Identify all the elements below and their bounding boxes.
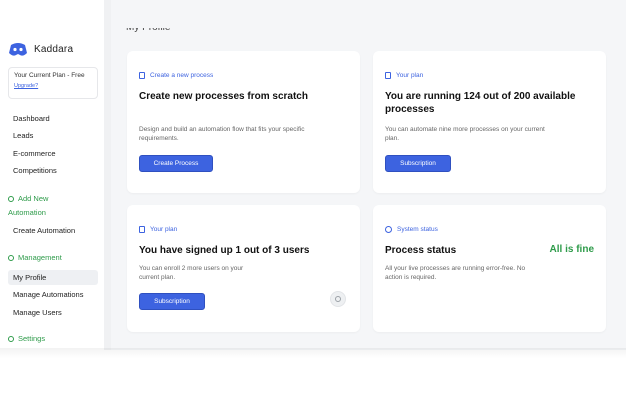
section-label: Add New Automation (8, 194, 49, 217)
current-plan-text: Your Current Plan - Free (14, 72, 85, 79)
card-title: Process status (385, 245, 457, 256)
sidebar-divider (104, 0, 111, 350)
page-title: My Profile (126, 22, 171, 33)
sidebar-section-add-automation[interactable]: Add New Automation (8, 192, 70, 220)
sidebar-item-competitions[interactable]: Competitions (8, 163, 98, 178)
discord-logo-icon (9, 43, 27, 56)
sidebar-section-management[interactable]: Management (8, 251, 62, 265)
brand[interactable]: Kaddara (8, 42, 73, 57)
upgrade-link[interactable]: Upgrade? (14, 83, 92, 89)
sidebar-item-dashboard[interactable]: Dashboard (8, 111, 98, 126)
sidebar: Kaddara Your Current Plan - Free Upgrade… (0, 0, 104, 350)
user-plan-card: Your plan You have signed up 1 out of 3 … (127, 205, 360, 332)
sidebar-item-manage-users[interactable]: Manage Users (8, 305, 98, 320)
app-frame: Kaddara Your Current Plan - Free Upgrade… (0, 0, 626, 350)
status-circle-icon (385, 226, 392, 233)
card-description: You can enroll 2 more users on your curr… (139, 265, 244, 281)
settings-icon (8, 336, 14, 342)
plus-circle-icon (8, 196, 14, 202)
status-badge: All is fine (549, 244, 594, 255)
help-icon (335, 296, 341, 302)
brand-name: Kaddara (34, 44, 74, 55)
card-description: Design and build an automation flow that… (139, 126, 305, 142)
card-tag: Your plan (385, 72, 423, 79)
document-icon (139, 72, 145, 79)
section-label: Settings (18, 334, 46, 343)
card-tag-label: Create a new process (150, 72, 214, 79)
system-status-card: System status Process status All is fine… (373, 205, 606, 332)
card-tag-label: Your plan (150, 226, 178, 233)
card-tag: Create a new process (139, 72, 213, 79)
floating-help-button[interactable] (330, 291, 346, 307)
card-title: Create new processes from scratch (139, 91, 308, 102)
gear-icon (8, 255, 14, 261)
sidebar-item-create-automation[interactable]: Create Automation (8, 223, 98, 238)
sidebar-section-settings[interactable]: Settings (8, 332, 45, 346)
clipboard-icon (385, 72, 391, 79)
create-process-button[interactable]: Create Process (139, 155, 213, 172)
card-tag-label: Your plan (396, 72, 424, 79)
card-description: You can automate nine more processes on … (385, 126, 545, 142)
card-title: You have signed up 1 out of 3 users (139, 245, 310, 256)
sidebar-item-leads[interactable]: Leads (8, 128, 98, 143)
sidebar-item-my-profile[interactable]: My Profile (8, 270, 98, 285)
create-process-card: Create a new process Create new processe… (127, 51, 360, 193)
current-plan-box: Your Current Plan - Free Upgrade? (8, 67, 98, 99)
process-plan-card: Your plan You are running 124 out of 200… (373, 51, 606, 193)
clipboard-icon (139, 226, 145, 233)
section-label: Management (18, 253, 62, 262)
sidebar-item-ecommerce[interactable]: E-commerce (8, 146, 98, 161)
card-tag: System status (385, 226, 438, 233)
card-description: All your live processes are running erro… (385, 265, 526, 281)
subscription-button[interactable]: Subscription (385, 155, 451, 172)
sidebar-item-manage-automations[interactable]: Manage Automations (8, 287, 98, 302)
card-tag-label: System status (397, 226, 438, 233)
card-tag: Your plan (139, 226, 177, 233)
subscription-button[interactable]: Subscription (139, 293, 205, 310)
card-title: You are running 124 out of 200 available… (385, 91, 576, 115)
app-bottom-shadow (0, 348, 626, 358)
